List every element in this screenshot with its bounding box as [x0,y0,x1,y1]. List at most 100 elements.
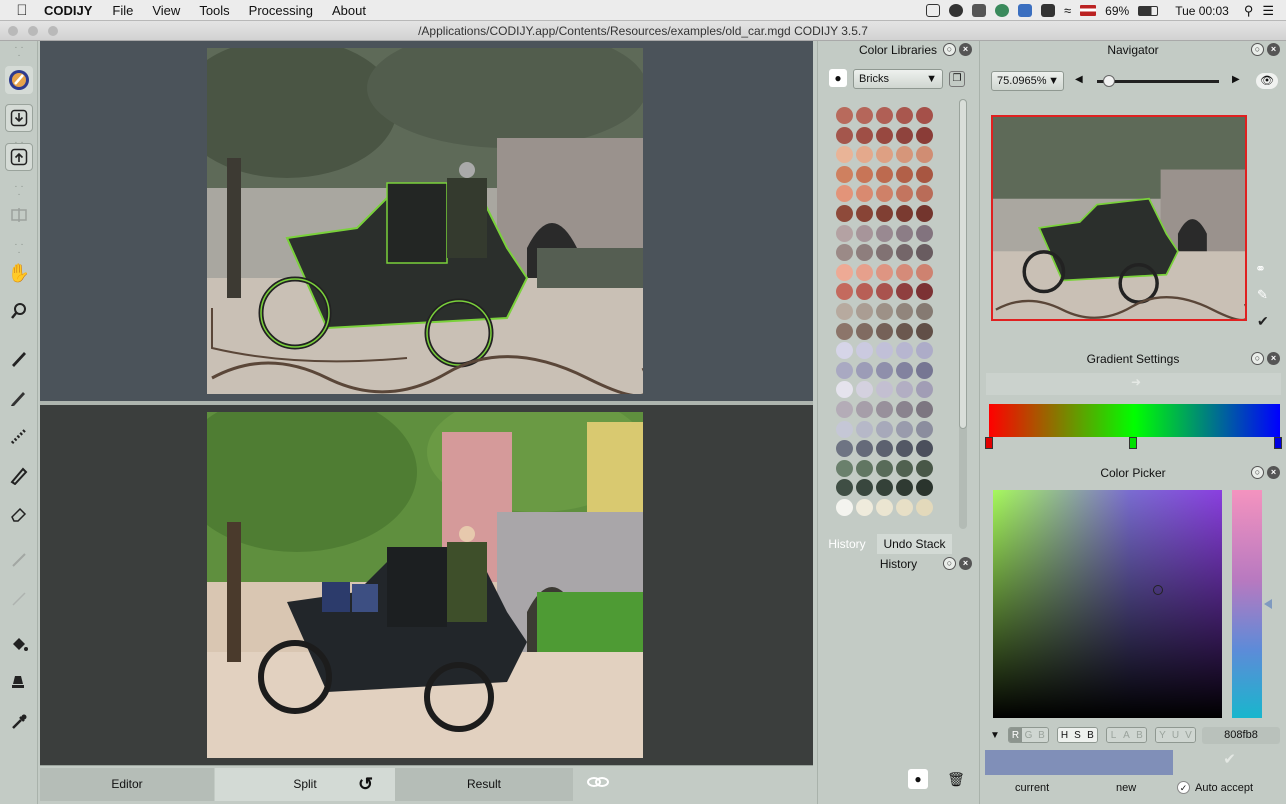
color-swatch[interactable] [916,263,933,281]
color-swatch[interactable] [856,499,873,516]
color-swatch[interactable] [876,420,893,438]
checklist-icon[interactable] [926,4,941,17]
undock-icon[interactable]: ○ [1251,43,1264,56]
close-window-button[interactable] [8,26,18,36]
color-swatch[interactable] [876,165,893,183]
result-canvas[interactable] [40,405,813,765]
color-swatch[interactable] [896,146,913,164]
color-swatch[interactable] [916,244,933,262]
color-swatch[interactable] [856,381,873,399]
color-swatch[interactable] [876,440,893,458]
menu-tools[interactable]: Tools [199,3,229,18]
color-swatch[interactable] [916,283,933,301]
zoom-slider[interactable] [1097,75,1219,87]
color-swatch[interactable] [876,224,893,242]
color-swatch[interactable] [896,401,913,418]
color-mode-button[interactable]: L [1107,728,1120,742]
brush-tool-button[interactable] [5,461,33,489]
color-swatch[interactable] [916,479,933,497]
color-swatch[interactable] [856,224,873,242]
color-swatch[interactable] [856,401,873,418]
minimize-window-button[interactable] [28,26,38,36]
editor-photo-with-strokes[interactable] [207,48,643,394]
color-swatch[interactable] [916,361,933,379]
color-swatch[interactable] [896,322,913,340]
app-menu[interactable]: CODIJY [44,3,92,18]
evernote-icon[interactable] [1041,4,1056,17]
fill-tool-button[interactable] [5,631,33,659]
color-swatch[interactable] [916,107,933,124]
color-mode-button[interactable]: H [1058,728,1071,742]
globe-icon[interactable] [995,4,1010,17]
color-swatch[interactable] [896,224,913,242]
color-swatch[interactable] [916,322,933,340]
color-swatch[interactable] [836,303,853,320]
color-swatch[interactable] [876,185,893,203]
library-select[interactable]: Bricks ▼ [853,69,943,89]
color-mode-button[interactable]: R [1009,728,1022,742]
color-swatch[interactable] [856,107,873,124]
color-mode-button[interactable]: B [1084,728,1097,742]
color-swatch[interactable] [916,440,933,458]
pencil-tool-button[interactable] [5,383,33,411]
navigator-thumbnail[interactable] [991,115,1247,321]
color-swatch[interactable] [836,381,853,399]
color-swatch[interactable] [876,107,893,124]
color-swatch[interactable] [876,205,893,222]
editor-view-button[interactable]: Editor [40,768,214,801]
color-swatch[interactable] [896,361,913,379]
color-swatch[interactable] [836,401,853,418]
wifi-icon[interactable]: ≈ [1064,3,1071,18]
color-swatch[interactable] [876,283,893,301]
color-swatch[interactable] [896,440,913,458]
checkmark-icon[interactable]: ✔ [1257,313,1269,330]
gradient-stop-red[interactable] [985,437,993,449]
palette-manager-icon[interactable]: ● [829,69,847,87]
spotlight-search-icon[interactable]: ⚲ [1244,3,1254,19]
eye-icon[interactable]: 👁 [1256,73,1278,89]
color-swatch[interactable] [856,185,873,203]
color-swatch[interactable] [876,244,893,262]
close-icon[interactable]: × [1267,466,1280,479]
edit-pencil-icon[interactable]: ✎ [1257,287,1268,303]
gradient-stop-green[interactable] [1129,437,1137,449]
color-swatch[interactable] [876,146,893,164]
color-swatch[interactable] [836,499,853,516]
colorize-tool-button[interactable] [5,66,33,94]
rotate-icon[interactable]: ↺ [358,774,373,795]
zoom-out-icon[interactable]: ◀ [1075,74,1083,85]
color-swatch[interactable] [896,244,913,262]
copy-icon[interactable]: ❐ [949,71,965,87]
close-icon[interactable]: × [1267,43,1280,56]
color-swatch[interactable] [836,361,853,379]
color-swatch[interactable] [916,499,933,516]
smudge-tool-button[interactable] [5,669,33,697]
compare-button[interactable] [5,201,33,229]
color-swatch[interactable] [836,479,853,497]
color-swatch[interactable] [896,126,913,144]
color-swatch[interactable] [856,165,873,183]
color-swatch[interactable] [916,185,933,203]
color-mode-button[interactable]: A [1120,728,1133,742]
result-view-button[interactable]: Result [395,768,573,801]
color-swatch[interactable] [836,107,853,124]
color-swatch[interactable] [876,381,893,399]
eraser-tool-button[interactable] [5,500,33,528]
color-swatch[interactable] [896,479,913,497]
color-swatch[interactable] [836,322,853,340]
color-swatch[interactable] [876,342,893,360]
tab-history[interactable]: History [818,534,876,554]
color-swatch[interactable] [856,440,873,458]
color-swatch[interactable] [896,303,913,320]
color-swatch[interactable] [916,303,933,320]
cloud-icon[interactable] [1018,4,1033,17]
color-swatch[interactable] [836,165,853,183]
color-swatch[interactable] [896,459,913,477]
color-swatch[interactable] [876,499,893,516]
color-swatch[interactable] [916,205,933,222]
us-flag-icon[interactable] [1080,5,1097,16]
color-mode-button[interactable]: V [1182,728,1195,742]
trash-icon[interactable]: 🗑 [946,769,966,789]
saturation-value-field[interactable] [993,490,1222,718]
color-swatch[interactable] [856,146,873,164]
